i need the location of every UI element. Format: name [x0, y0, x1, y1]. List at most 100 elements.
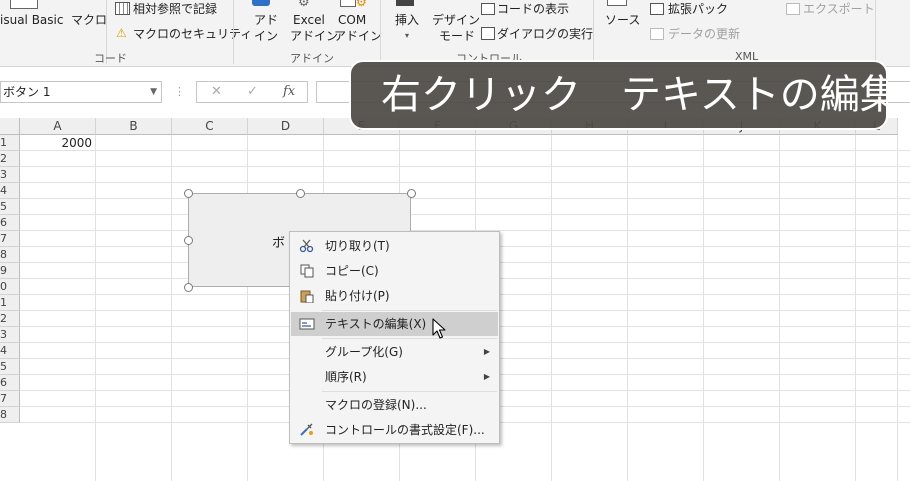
menu-item-group[interactable]: グループ化(G) ▶	[291, 340, 498, 364]
caption-overlay: 右クリック テキストの編集	[349, 60, 900, 130]
addins-icon	[252, 0, 270, 6]
grid-column-line	[247, 135, 248, 481]
grid-row-line	[20, 150, 910, 151]
com-addins-button-l1[interactable]: COM	[338, 12, 366, 28]
formula-buttons: ✕ ✓ fx	[196, 81, 308, 103]
visual-basic-icon[interactable]	[10, 0, 38, 9]
grid-row-line	[20, 182, 910, 183]
excel-addins-button-l2[interactable]: アドイン	[290, 28, 338, 44]
menu-item-assign-macro-label: マクロの登録(N)...	[325, 398, 427, 412]
menu-separator	[322, 310, 497, 311]
enter-icon[interactable]: ✓	[247, 84, 258, 99]
row-header[interactable]: 6	[0, 375, 20, 391]
insert-button[interactable]: 挿入	[395, 12, 419, 28]
row-header[interactable]: 8	[0, 247, 20, 263]
cancel-icon[interactable]: ✕	[211, 84, 222, 99]
row-header[interactable]: 5	[0, 359, 20, 375]
insert-function-icon[interactable]: fx	[283, 84, 295, 99]
refresh-data-button[interactable]: データの更新	[668, 26, 740, 42]
warning-icon: ⚠	[116, 26, 127, 40]
resize-handle-top-center[interactable]	[296, 189, 305, 198]
row-header[interactable]: 3	[0, 327, 20, 343]
grid-column-line	[855, 135, 856, 481]
menu-item-paste-label: 貼り付け(P)	[325, 289, 390, 303]
row-header[interactable]: 4	[0, 343, 20, 359]
row-header[interactable]: 3	[0, 167, 20, 183]
column-header-b[interactable]: B	[96, 118, 172, 135]
copy-icon	[300, 264, 314, 278]
source-icon	[607, 0, 627, 6]
cell-a1[interactable]: 2000	[20, 136, 96, 151]
expansion-pack-button[interactable]: 拡張パック	[668, 1, 728, 17]
select-all-corner[interactable]	[0, 118, 20, 135]
group-label-code: コード	[94, 52, 127, 65]
design-mode-button-l2[interactable]: モード	[439, 28, 475, 44]
com-addins-button-l2[interactable]: アドイン	[334, 28, 382, 44]
formula-bar-grip-icon: ⋮	[174, 85, 185, 98]
menu-item-copy[interactable]: コピー(C)	[291, 259, 498, 283]
menu-item-order-label: 順序(R)	[325, 370, 367, 384]
context-menu: 切り取り(T) コピー(C) 貼り付け(P) テキストの編集(X) グループ化(…	[289, 231, 500, 444]
menu-item-edit-text[interactable]: テキストの編集(X)	[291, 312, 498, 336]
gear-icon: ⚙	[298, 0, 310, 10]
menu-item-paste[interactable]: 貼り付け(P)	[291, 284, 498, 308]
addins-button-l1[interactable]: アド	[254, 12, 278, 28]
menu-item-cut[interactable]: 切り取り(T)	[291, 234, 498, 258]
mouse-pointer-icon	[432, 318, 446, 339]
row-header[interactable]: 1	[0, 135, 20, 151]
row-header[interactable]: 2	[0, 151, 20, 167]
grid-column-line	[171, 135, 172, 481]
name-box[interactable]: ボタン 1 ▼	[0, 81, 162, 103]
insert-dropdown-icon[interactable]: ▾	[405, 28, 409, 44]
macro-button[interactable]: マクロ	[71, 12, 107, 28]
menu-item-cut-label: 切り取り(T)	[325, 239, 390, 253]
record-grid-icon	[115, 2, 130, 15]
resize-handle-top-right[interactable]	[407, 189, 416, 198]
column-header-d[interactable]: D	[248, 118, 324, 135]
run-dialog-icon	[481, 27, 495, 40]
submenu-arrow-icon: ▶	[483, 372, 490, 381]
grid-column-line	[703, 135, 704, 481]
macro-security-button[interactable]: マクロのセキュリティ	[133, 26, 252, 42]
row-header[interactable]: 7	[0, 391, 20, 407]
row-header[interactable]: 7	[0, 231, 20, 247]
source-button[interactable]: ソース	[605, 12, 640, 28]
scissors-icon	[299, 239, 314, 253]
column-header-c[interactable]: C	[172, 118, 248, 135]
form-button-label: ボ	[272, 236, 286, 251]
name-box-value: ボタン 1	[3, 85, 51, 99]
grid-row-line	[20, 198, 910, 199]
name-box-dropdown-icon[interactable]: ▼	[150, 82, 157, 102]
export-icon	[786, 3, 800, 15]
column-header-a[interactable]: A	[20, 118, 96, 135]
row-header[interactable]: 8	[0, 407, 20, 423]
resize-handle-middle-left[interactable]	[184, 236, 193, 245]
relative-record-button[interactable]: 相対参照で記録	[133, 1, 217, 17]
excel-addins-button-l1[interactable]: Excel	[293, 12, 325, 28]
row-header[interactable]: 1	[0, 295, 20, 311]
row-header[interactable]: 2	[0, 311, 20, 327]
menu-item-format-control-label: コントロールの書式設定(F)...	[325, 423, 485, 437]
row-header[interactable]: 6	[0, 215, 20, 231]
resize-handle-top-left[interactable]	[184, 189, 193, 198]
resize-handle-bottom-left[interactable]	[184, 283, 193, 292]
design-mode-button-l1[interactable]: デザイン	[432, 12, 480, 28]
visual-basic-button[interactable]: isual Basic	[0, 12, 63, 28]
row-header[interactable]: 4	[0, 183, 20, 199]
group-label-addins: アドイン	[290, 52, 334, 65]
view-code-button[interactable]: コードの表示	[497, 1, 569, 17]
row-header[interactable]: 0	[0, 279, 20, 295]
menu-item-assign-macro[interactable]: マクロの登録(N)...	[291, 393, 498, 417]
grid-column-line	[897, 135, 898, 481]
grid-column-line	[779, 135, 780, 481]
expansion-pack-icon	[650, 3, 664, 15]
run-dialog-button[interactable]: ダイアログの実行	[497, 26, 593, 42]
menu-item-order[interactable]: 順序(R) ▶	[291, 365, 498, 389]
menu-item-copy-label: コピー(C)	[325, 264, 379, 278]
row-header[interactable]: 9	[0, 263, 20, 279]
export-button[interactable]: エクスポート	[803, 1, 875, 17]
row-header[interactable]: 5	[0, 199, 20, 215]
paste-icon	[300, 290, 314, 303]
menu-item-format-control[interactable]: コントロールの書式設定(F)...	[291, 418, 498, 442]
addins-button-l2[interactable]: イン	[254, 28, 278, 44]
